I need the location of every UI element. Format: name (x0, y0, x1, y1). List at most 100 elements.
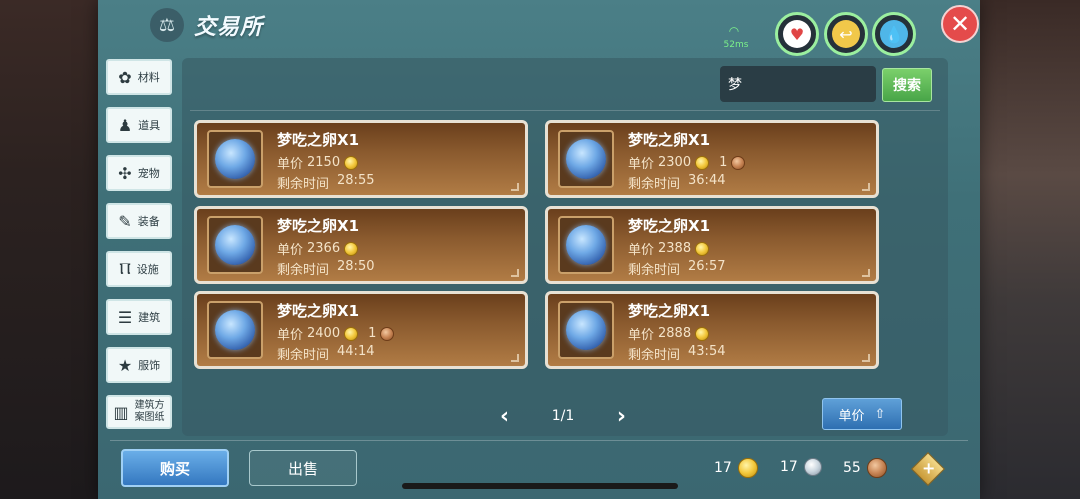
materials-icon: ✿ (118, 67, 132, 87)
remaining-time: 剩余时间 44:14 (277, 344, 374, 363)
listing-card[interactable]: 梦吃之卵X1 单价 2300 1 剩余时间 36:44 (545, 120, 879, 198)
item-thumbnail (558, 130, 614, 188)
close-button[interactable]: ✕ (941, 5, 979, 43)
item-thumbnail (558, 301, 614, 359)
sidebar-item-pets[interactable]: ✣ 宠物 (106, 155, 172, 191)
sidebar-item-equipment[interactable]: ✎ 装备 (106, 203, 172, 239)
dream-egg-icon (566, 139, 606, 179)
sort-by-price-button[interactable]: 单价 ⇧ (822, 398, 902, 430)
bottom-divider (110, 440, 968, 441)
listing-card[interactable]: 梦吃之卵X1 单价 2400 1 剩余时间 44:14 (194, 291, 528, 369)
facility-icon: Ⲡ (119, 259, 131, 278)
gold-coin-icon (695, 326, 710, 341)
time-label: 剩余时间 (277, 263, 330, 278)
item-price: 单价 2388 (628, 239, 710, 258)
time-label: 剩余时间 (277, 177, 330, 192)
prev-page-button[interactable]: ‹ (500, 404, 509, 429)
corner-icon (511, 269, 519, 277)
sidebar-item-label: 道具 (138, 119, 161, 132)
sidebar-item-label: 宠物 (137, 167, 160, 180)
time-label: 剩余时间 (628, 348, 681, 363)
listing-card[interactable]: 梦吃之卵X1 单价 2150 剩余时间 28:55 (194, 120, 528, 198)
close-icon: ✕ (949, 10, 971, 38)
dream-egg-icon (215, 310, 255, 350)
sort-up-icon: ⇧ (874, 406, 886, 422)
next-page-button[interactable]: › (617, 404, 626, 429)
item-icon: ♟ (117, 115, 133, 135)
item-thumbnail (207, 130, 263, 188)
health-stat[interactable]: ♥ (775, 12, 819, 56)
search-button[interactable]: 搜索 (882, 68, 932, 102)
sidebar-item-clothing[interactable]: ★ 服饰 (106, 347, 172, 383)
silver-balance: 17 (780, 458, 822, 476)
sidebar-item-items[interactable]: ♟ 道具 (106, 107, 172, 143)
item-name: 梦吃之卵X1 (628, 217, 711, 235)
sidebar-item-label: 装备 (137, 215, 160, 228)
gold-coin-icon (344, 326, 359, 341)
corner-icon (511, 354, 519, 362)
water-icon: 💧 (880, 20, 908, 48)
item-price: 单价 2400 1 (277, 324, 395, 343)
blueprint-icon: ▥ (113, 402, 129, 422)
item-name: 梦吃之卵X1 (277, 217, 360, 235)
gold-coin-icon (344, 241, 359, 256)
sidebar-item-label: 建筑方 案图纸 (135, 400, 165, 424)
sidebar-item-label: 材料 (137, 71, 160, 84)
bronze-value: 1 (719, 155, 728, 170)
dream-egg-icon (215, 225, 255, 265)
time-value: 26:57 (688, 259, 726, 274)
bronze-coin-icon (380, 326, 395, 341)
sidebar-item-blueprint[interactable]: ▥ 建筑方 案图纸 (106, 395, 172, 429)
stamina-icon: ↩ (832, 20, 860, 48)
corner-icon (862, 183, 870, 191)
sidebar-item-building[interactable]: ☰ 建筑 (106, 299, 172, 335)
gold-coin-icon (695, 241, 710, 256)
water-stat[interactable]: 💧 (872, 12, 916, 56)
corner-icon (862, 354, 870, 362)
item-price: 单价 2888 (628, 324, 710, 343)
silver-amount: 17 (780, 459, 798, 475)
label-line1: 建筑方 (134, 400, 165, 411)
time-value: 36:44 (688, 173, 726, 188)
bronze-value: 1 (368, 326, 377, 341)
category-sidebar: ✿ 材料 ♟ 道具 ✣ 宠物 ✎ 装备 Ⲡ 设施 ☰ 建筑 ★ 服饰 ▥ 建筑方… (106, 59, 176, 441)
price-value: 2366 (307, 241, 341, 256)
time-label: 剩余时间 (628, 263, 681, 278)
stamina-stat[interactable]: ↩ (824, 12, 868, 56)
price-label: 单价 (628, 243, 655, 258)
dream-egg-icon (566, 310, 606, 350)
sort-label: 单价 (838, 408, 865, 424)
background-right (980, 0, 1080, 499)
item-price: 单价 2300 1 (628, 153, 746, 172)
listing-card[interactable]: 梦吃之卵X1 单价 2888 剩余时间 43:54 (545, 291, 879, 369)
buy-tab[interactable]: 购买 (121, 449, 229, 487)
time-value: 28:55 (337, 173, 375, 188)
listing-card[interactable]: 梦吃之卵X1 单价 2366 剩余时间 28:50 (194, 206, 528, 284)
search-input[interactable]: 梦 (720, 66, 876, 102)
search-value: 梦 (728, 77, 742, 93)
item-name: 梦吃之卵X1 (628, 302, 711, 320)
home-indicator (402, 483, 678, 489)
item-thumbnail (207, 216, 263, 274)
bronze-coin-icon (731, 155, 746, 170)
time-value: 44:14 (337, 344, 375, 359)
remaining-time: 剩余时间 43:54 (628, 344, 725, 363)
price-label: 单价 (277, 243, 304, 258)
sidebar-item-label: 设施 (136, 263, 159, 276)
price-label: 单价 (628, 328, 655, 343)
listing-card[interactable]: 梦吃之卵X1 单价 2388 剩余时间 26:57 (545, 206, 879, 284)
page-indicator: 1/1 (551, 408, 575, 424)
gold-coin-icon (344, 155, 359, 170)
sidebar-item-label: 建筑 (138, 311, 161, 324)
corner-icon (511, 183, 519, 191)
title-area: ⚖ 交易所 (150, 8, 263, 42)
corner-icon (862, 269, 870, 277)
sell-tab[interactable]: 出售 (249, 450, 357, 486)
sidebar-item-facility[interactable]: Ⲡ 设施 (106, 251, 172, 287)
price-label: 单价 (628, 157, 655, 172)
item-thumbnail (207, 301, 263, 359)
remaining-time: 剩余时间 36:44 (628, 173, 725, 192)
equipment-icon: ✎ (118, 211, 132, 231)
sidebar-item-materials[interactable]: ✿ 材料 (106, 59, 172, 95)
divider (190, 110, 940, 111)
